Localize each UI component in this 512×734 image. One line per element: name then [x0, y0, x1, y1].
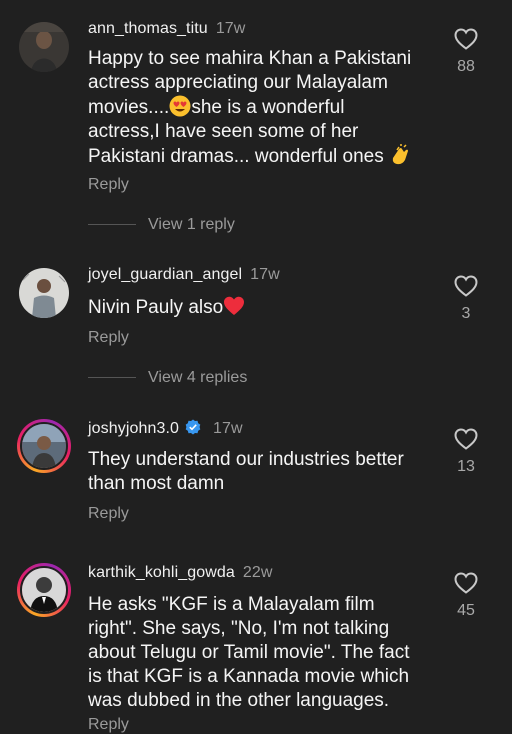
reply-button[interactable]: Reply	[88, 329, 129, 347]
comment-line: They understand our industries better	[88, 449, 404, 470]
comment-fragment: movies....	[88, 97, 170, 118]
view-replies-label[interactable]: View 4 replies	[148, 369, 247, 386]
like-button[interactable]: 13	[448, 428, 484, 476]
avatar-image	[20, 422, 68, 470]
heart-outline-icon[interactable]	[454, 275, 478, 297]
avatar[interactable]	[17, 20, 71, 74]
avatar-image	[20, 566, 68, 614]
avatar-image	[19, 268, 69, 318]
comment-line: than most damn	[88, 473, 225, 494]
comment-text: He asks "KGF is a Malayalam film right".…	[88, 593, 438, 713]
like-button[interactable]: 3	[448, 275, 484, 323]
comment-time: 17w	[250, 266, 280, 283]
username-text[interactable]: joyel_guardian_angel	[88, 266, 242, 283]
comment-line: Pakistani dramas... wonderful ones	[88, 144, 438, 169]
like-count: 45	[457, 602, 475, 619]
red-heart-emoji	[224, 296, 245, 315]
username-text[interactable]: joshyjohn3.0	[88, 420, 179, 437]
heart-eyes-emoji	[169, 95, 191, 117]
comment-line: He asks "KGF is a Malayalam film	[88, 594, 375, 615]
avatar-image	[19, 22, 69, 72]
comment-time: 17w	[213, 420, 243, 437]
comment-line: right". She says, "No, I'm not talking	[88, 618, 390, 639]
comment-line: is that KGF is a Kannada movie which	[88, 666, 410, 687]
view-replies-button[interactable]: View 1 reply	[88, 216, 235, 234]
comment-time: 17w	[215, 20, 246, 37]
like-count: 3	[461, 305, 471, 322]
verified-badge-icon	[185, 419, 201, 435]
reply-button[interactable]: Reply	[88, 505, 129, 523]
story-ring	[17, 419, 71, 473]
reply-divider	[88, 377, 136, 379]
comment-text: Nivin Pauly also	[88, 295, 438, 320]
username-text[interactable]: karthik_kohli_gowda	[88, 564, 235, 581]
comment-text: They understand our industries better th…	[88, 448, 438, 496]
comment-line: actress appreciating our Malayalam	[88, 72, 388, 93]
avatar[interactable]	[17, 419, 71, 473]
like-count: 13	[457, 458, 475, 475]
comment-time: 22w	[242, 564, 273, 581]
avatar[interactable]	[17, 563, 71, 617]
like-count: 88	[457, 58, 475, 75]
comment-line: movies.... she is a wonderful	[88, 95, 438, 120]
heart-outline-icon[interactable]	[454, 428, 478, 450]
comment-line: about Telugu or Tamil movie". The fact	[88, 642, 410, 663]
reply-divider	[88, 224, 136, 226]
comment-line: was dubbed in the other languages.	[88, 690, 390, 711]
comment-username[interactable]: karthik_kohli_gowda 22w	[88, 564, 273, 582]
comment-line: Happy to see mahira Khan a Pakistani	[88, 48, 412, 69]
reply-button[interactable]: Reply	[88, 716, 129, 734]
like-button[interactable]: 45	[448, 572, 484, 620]
comment-username[interactable]: ann_thomas_titu 17w	[88, 20, 245, 38]
comment-username[interactable]: joyel_guardian_angel 17w	[88, 266, 280, 284]
comment-fragment: Nivin Pauly also	[88, 297, 224, 318]
story-ring	[17, 563, 71, 617]
comment-fragment: Pakistani dramas... wonderful ones	[88, 146, 389, 167]
avatar[interactable]	[17, 266, 71, 320]
view-replies-button[interactable]: View 4 replies	[88, 369, 247, 387]
comment-username[interactable]: joshyjohn3.0 17w	[88, 419, 243, 438]
comment-line: actress,I have seen some of her	[88, 121, 359, 142]
view-replies-label[interactable]: View 1 reply	[148, 216, 235, 233]
heart-outline-icon[interactable]	[454, 28, 478, 50]
username-text[interactable]: ann_thomas_titu	[88, 20, 208, 37]
comment-text: Happy to see mahira Khan a Pakistani act…	[88, 47, 438, 169]
clapping-hands-emoji	[392, 144, 408, 165]
comment-fragment: she is a wonderful	[191, 97, 345, 118]
reply-button[interactable]: Reply	[88, 176, 129, 194]
heart-outline-icon[interactable]	[454, 572, 478, 594]
like-button[interactable]: 88	[448, 28, 484, 76]
